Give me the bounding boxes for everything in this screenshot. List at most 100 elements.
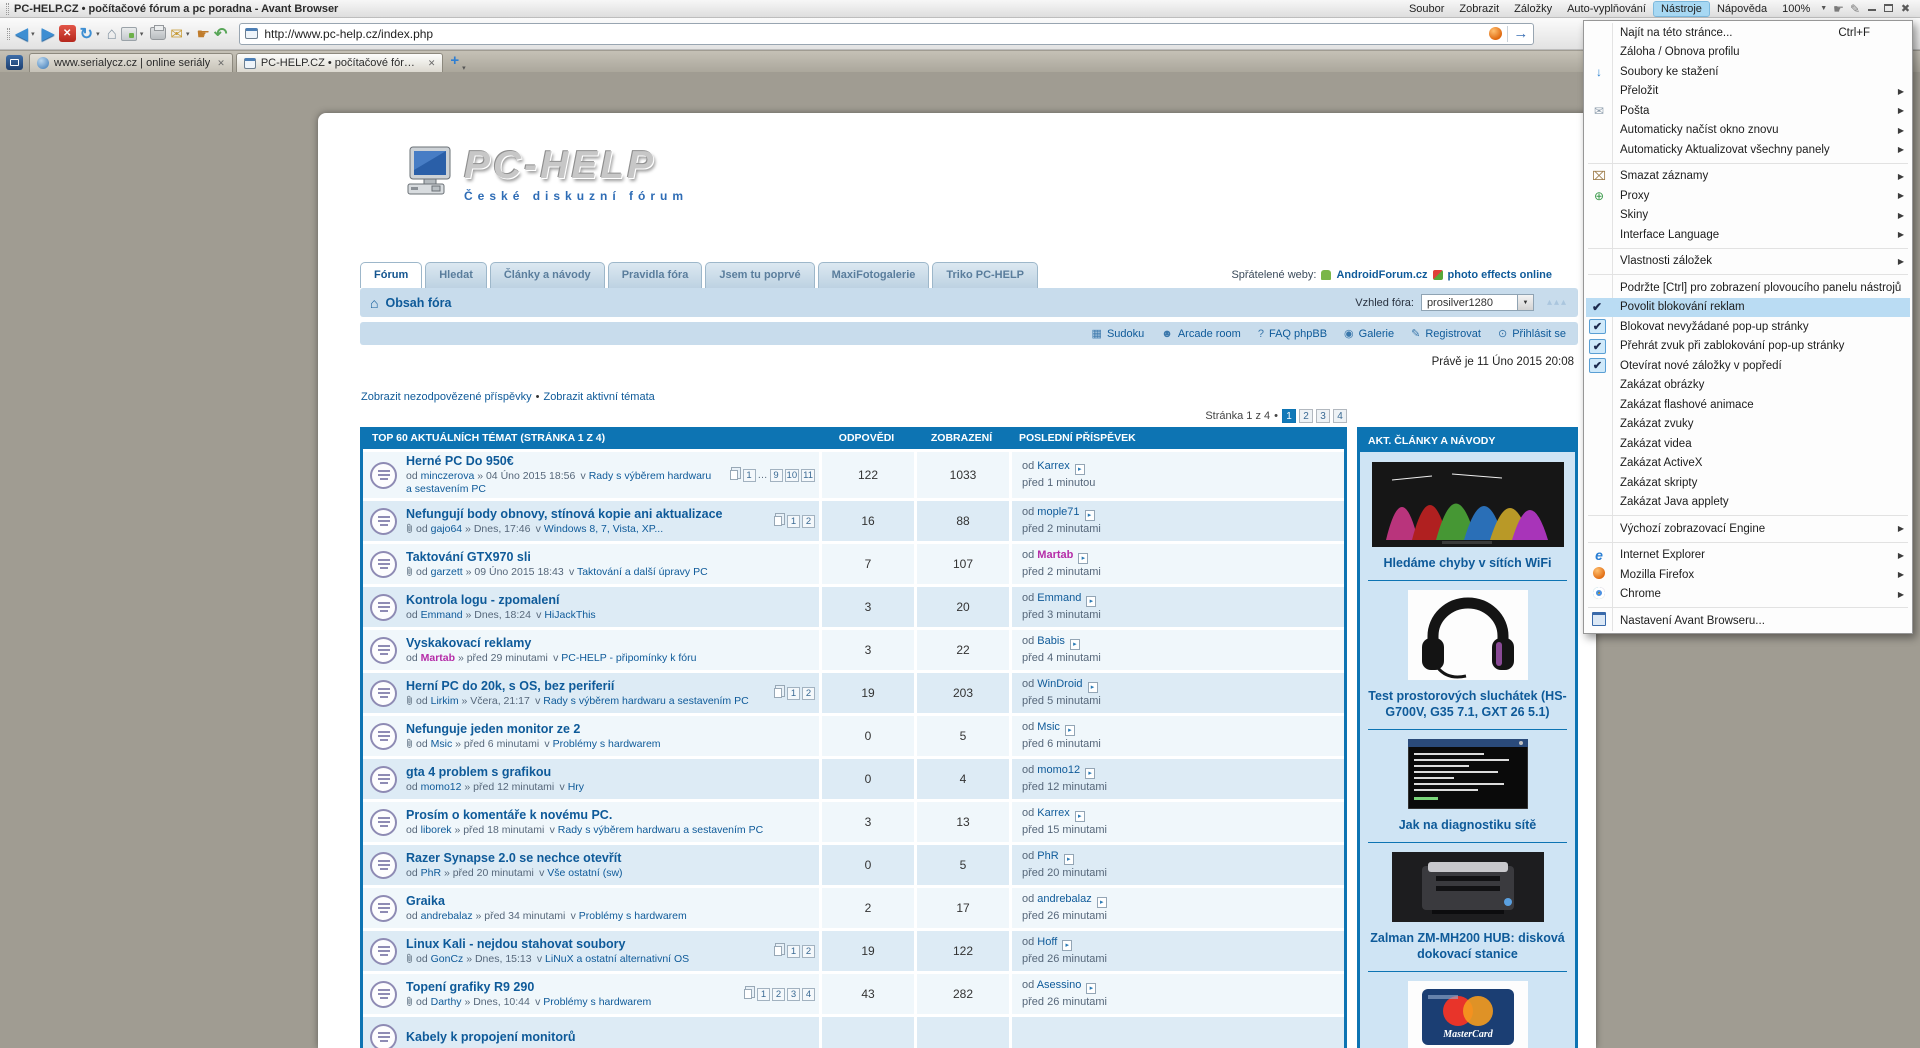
capture-button[interactable]: ▾: [121, 27, 147, 41]
topic-forum-link[interactable]: Problémy s hardwarem: [543, 996, 651, 1008]
topic-page-button-1[interactable]: 1: [787, 945, 800, 958]
sidebar-article-title[interactable]: Jak na diagnostiku sítě: [1368, 817, 1567, 833]
topic-title-link[interactable]: Herné PC Do 950€: [406, 454, 717, 469]
topic-author-link[interactable]: Emmand: [421, 609, 463, 621]
new-tab-caret-icon[interactable]: ▾: [462, 64, 466, 72]
friendly-link-androidforum[interactable]: AndroidForum.cz: [1336, 269, 1427, 281]
tab-list-button[interactable]: [6, 55, 23, 70]
topic-author-link[interactable]: garzett: [431, 566, 463, 578]
goto-last-post-icon[interactable]: ▸: [1070, 639, 1080, 650]
topic-title-link[interactable]: Vyskakovací reklamy: [406, 636, 815, 651]
site-logo[interactable]: PC-HELP České diskuzní fórum: [406, 146, 1578, 210]
tools-menu-item-smazat-z-znamy[interactable]: ⌧Smazat záznamy▶: [1586, 167, 1910, 187]
quick-link-p-ihl-sit-se[interactable]: ⊙Přihlásit se: [1498, 327, 1566, 340]
topic-page-button-9[interactable]: 9: [770, 469, 783, 482]
lastpost-author-link[interactable]: Msic: [1037, 721, 1060, 733]
topic-author-link[interactable]: Lirkim: [431, 695, 459, 707]
tools-menu-item-p-elo-it[interactable]: Přeložit▶: [1586, 82, 1910, 102]
tools-menu-item-automaticky-aktualizovat-v-echny-panely[interactable]: Automaticky Aktualizovat všechny panely▶: [1586, 140, 1910, 160]
lastpost-author-link[interactable]: Asessino: [1037, 979, 1082, 991]
topic-author-link[interactable]: Martab: [421, 652, 455, 664]
tab-close-icon[interactable]: ✕: [428, 58, 436, 69]
sidebar-article-title[interactable]: Zalman ZM-MH200 HUB: disková dokovací st…: [1368, 930, 1567, 962]
view-unanswered-link[interactable]: Zobrazit nezodpovězené příspěvky: [361, 391, 532, 403]
tools-menu-item-naj-t-na-t-to-str-nce-[interactable]: Najít na této stránce...Ctrl+F: [1586, 23, 1910, 43]
url-text[interactable]: http://www.pc-help.cz/index.php: [264, 27, 1489, 41]
tools-menu-item-zak-zat-flashov-animace[interactable]: Zakázat flashové animace: [1586, 395, 1910, 415]
topic-author-link[interactable]: andrebalaz: [421, 910, 473, 922]
tools-menu-item-mozilla-firefox[interactable]: Mozilla Firefox▶: [1586, 565, 1910, 585]
home-button[interactable]: ⌂: [107, 24, 117, 44]
quick-link-arcade-room[interactable]: ☻Arcade room: [1161, 328, 1241, 340]
headphones-image[interactable]: [1368, 590, 1567, 680]
lastpost-author-link[interactable]: Babis: [1037, 635, 1065, 647]
browser-tab-1[interactable]: www.serialycz.cz | online seriály✕: [29, 53, 233, 72]
lastpost-author-link[interactable]: Emmand: [1037, 592, 1081, 604]
lastpost-author-link[interactable]: PhR: [1037, 850, 1058, 862]
sidebar-article[interactable]: MasterCardPlatíme on-line: platební: [1368, 971, 1567, 1048]
topic-author-link[interactable]: PhR: [421, 867, 441, 879]
mail-button[interactable]: ✉▾: [170, 25, 192, 43]
topic-title-link[interactable]: Razer Synapse 2.0 se nechce otevřít: [406, 851, 815, 866]
lastpost-author-link[interactable]: mople71: [1037, 506, 1079, 518]
lastpost-author-link[interactable]: momo12: [1037, 764, 1080, 776]
goto-last-post-icon[interactable]: ▸: [1085, 768, 1095, 779]
-tab-pravidla-f-ra[interactable]: Pravidla fóra: [608, 262, 703, 288]
topic-title-link[interactable]: Graika: [406, 894, 815, 909]
zoom-caret-icon[interactable]: ▼: [1820, 5, 1827, 12]
gesture-hand-button[interactable]: ☛: [196, 25, 209, 43]
topic-page-button-3[interactable]: 3: [787, 988, 800, 1001]
topic-forum-link[interactable]: Windows 8, 7, Vista, XP...: [544, 523, 663, 535]
new-tab-button[interactable]: +: [450, 52, 459, 69]
page-button-1[interactable]: 1: [1282, 409, 1296, 423]
menubar-item-n-pov-da[interactable]: Nápověda: [1710, 2, 1774, 16]
goto-last-post-icon[interactable]: ▸: [1085, 510, 1095, 521]
tools-menu-item-internet-explorer[interactable]: eInternet Explorer▶: [1586, 546, 1910, 566]
checked-checkbox-icon[interactable]: ✔: [1589, 339, 1606, 354]
topic-author-link[interactable]: momo12: [421, 781, 462, 793]
sidebar-article[interactable]: Jak na diagnostiku sítě: [1368, 729, 1567, 833]
goto-last-post-icon[interactable]: ▸: [1062, 940, 1072, 951]
tools-menu-item-po-ta[interactable]: ✉Pošta▶: [1586, 101, 1910, 121]
tools-menu-item-povolit-blokov-n-reklam[interactable]: ✔Povolit blokování reklam: [1586, 298, 1910, 318]
goto-last-post-icon[interactable]: ▸: [1064, 854, 1074, 865]
topic-page-button-1[interactable]: 1: [757, 988, 770, 1001]
quick-link-faq-phpbb[interactable]: ?FAQ phpBB: [1258, 328, 1327, 340]
tools-menu-item-chrome[interactable]: Chrome▶: [1586, 585, 1910, 605]
goto-last-post-icon[interactable]: ▸: [1075, 811, 1085, 822]
close-button[interactable]: ✖: [1897, 2, 1914, 15]
topic-title-link[interactable]: Prosím o komentáře k novému PC.: [406, 808, 815, 823]
print-button[interactable]: [150, 27, 166, 40]
goto-last-post-icon[interactable]: ▸: [1075, 464, 1085, 475]
topic-title-link[interactable]: Herní PC do 20k, s OS, bez periferií: [406, 679, 761, 694]
goto-last-post-icon[interactable]: ▸: [1086, 596, 1096, 607]
tools-menu-item-zak-zat-activex[interactable]: Zakázat ActiveX: [1586, 454, 1910, 474]
address-bar[interactable]: http://www.pc-help.cz/index.php →: [239, 23, 1534, 45]
page-button-3[interactable]: 3: [1316, 409, 1330, 423]
tools-menu-item-zak-zat-zvuky[interactable]: Zakázat zvuky: [1586, 415, 1910, 435]
-tab-hledat[interactable]: Hledat: [425, 262, 487, 288]
undo-button[interactable]: ↶: [214, 24, 227, 44]
lastpost-author-link[interactable]: Hoff: [1037, 936, 1057, 948]
tools-menu-item-interface-language[interactable]: Interface Language▶: [1586, 225, 1910, 245]
breadcrumb-board-index[interactable]: Obsah fóra: [385, 296, 451, 310]
quick-link-sudoku[interactable]: ▦Sudoku: [1092, 327, 1145, 340]
menubar-item-100-[interactable]: 100%: [1775, 2, 1817, 16]
goto-last-post-icon[interactable]: ▸: [1065, 725, 1075, 736]
lastpost-author-link[interactable]: WinDroid: [1037, 678, 1082, 690]
dock-image[interactable]: [1368, 852, 1567, 922]
sidebar-article-title[interactable]: Test prostorových sluchátek (HS-G700V, G…: [1368, 688, 1567, 720]
goto-last-post-icon[interactable]: ▸: [1086, 983, 1096, 994]
mastercard-image[interactable]: MasterCard: [1368, 981, 1567, 1048]
-tab-jsem-tu-poprv-[interactable]: Jsem tu poprvé: [705, 262, 814, 288]
topic-page-button-1[interactable]: 1: [743, 469, 756, 482]
lastpost-author-link[interactable]: Karrex: [1037, 460, 1069, 472]
topic-title-link[interactable]: Kontrola logu - zpomalení: [406, 593, 815, 608]
topic-forum-link[interactable]: Rady s výběrem hardwaru a sestavením PC: [558, 824, 763, 836]
topic-page-button-2[interactable]: 2: [802, 945, 815, 958]
view-active-link[interactable]: Zobrazit aktivní témata: [543, 391, 654, 403]
style-select[interactable]: prosilver1280 ▼: [1421, 294, 1534, 311]
topic-author-link[interactable]: Darthy: [431, 996, 462, 1008]
wifi-chart-image[interactable]: [1368, 462, 1567, 547]
tools-menu-item-soubory-ke-sta-en-[interactable]: ↓Soubory ke stažení: [1586, 62, 1910, 82]
